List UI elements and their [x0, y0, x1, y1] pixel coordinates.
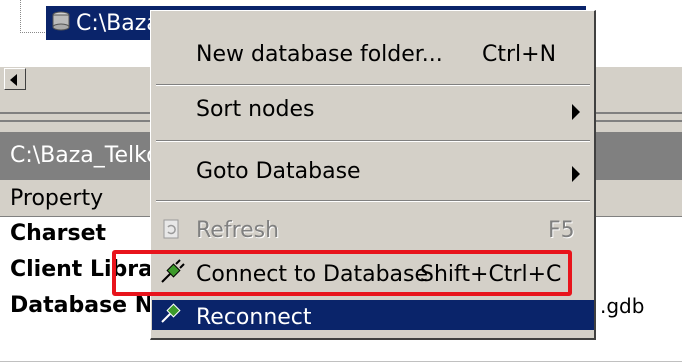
annotation-highlight-box: [112, 250, 572, 296]
scroll-left-button[interactable]: [4, 68, 26, 90]
reconnect-icon: [161, 303, 181, 323]
database-icon: [52, 11, 70, 31]
property-value: .gdb: [600, 294, 645, 318]
menu-separator: [156, 200, 590, 202]
menu-item-goto-database[interactable]: Goto Database: [196, 159, 361, 184]
submenu-arrow-icon: [572, 166, 580, 182]
menu-item-new-database-folder[interactable]: New database folder...: [196, 42, 443, 67]
properties-panel-title: C:\Baza_Telko: [10, 143, 160, 168]
menu-item-reconnect[interactable]: Reconnect: [196, 305, 312, 330]
menu-separator: [156, 140, 590, 142]
menu-separator: [156, 84, 590, 86]
refresh-icon: [163, 219, 179, 239]
column-header-label: Property: [10, 186, 104, 211]
shortcut-new-database-folder: Ctrl+N: [482, 42, 557, 67]
menu-item-sort-nodes[interactable]: Sort nodes: [196, 97, 314, 122]
property-name: Database N: [10, 293, 154, 318]
shortcut-refresh: F5: [548, 218, 575, 243]
menu-item-refresh[interactable]: Refresh: [196, 218, 279, 243]
property-name: Charset: [10, 221, 107, 246]
submenu-arrow-icon: [572, 104, 580, 120]
